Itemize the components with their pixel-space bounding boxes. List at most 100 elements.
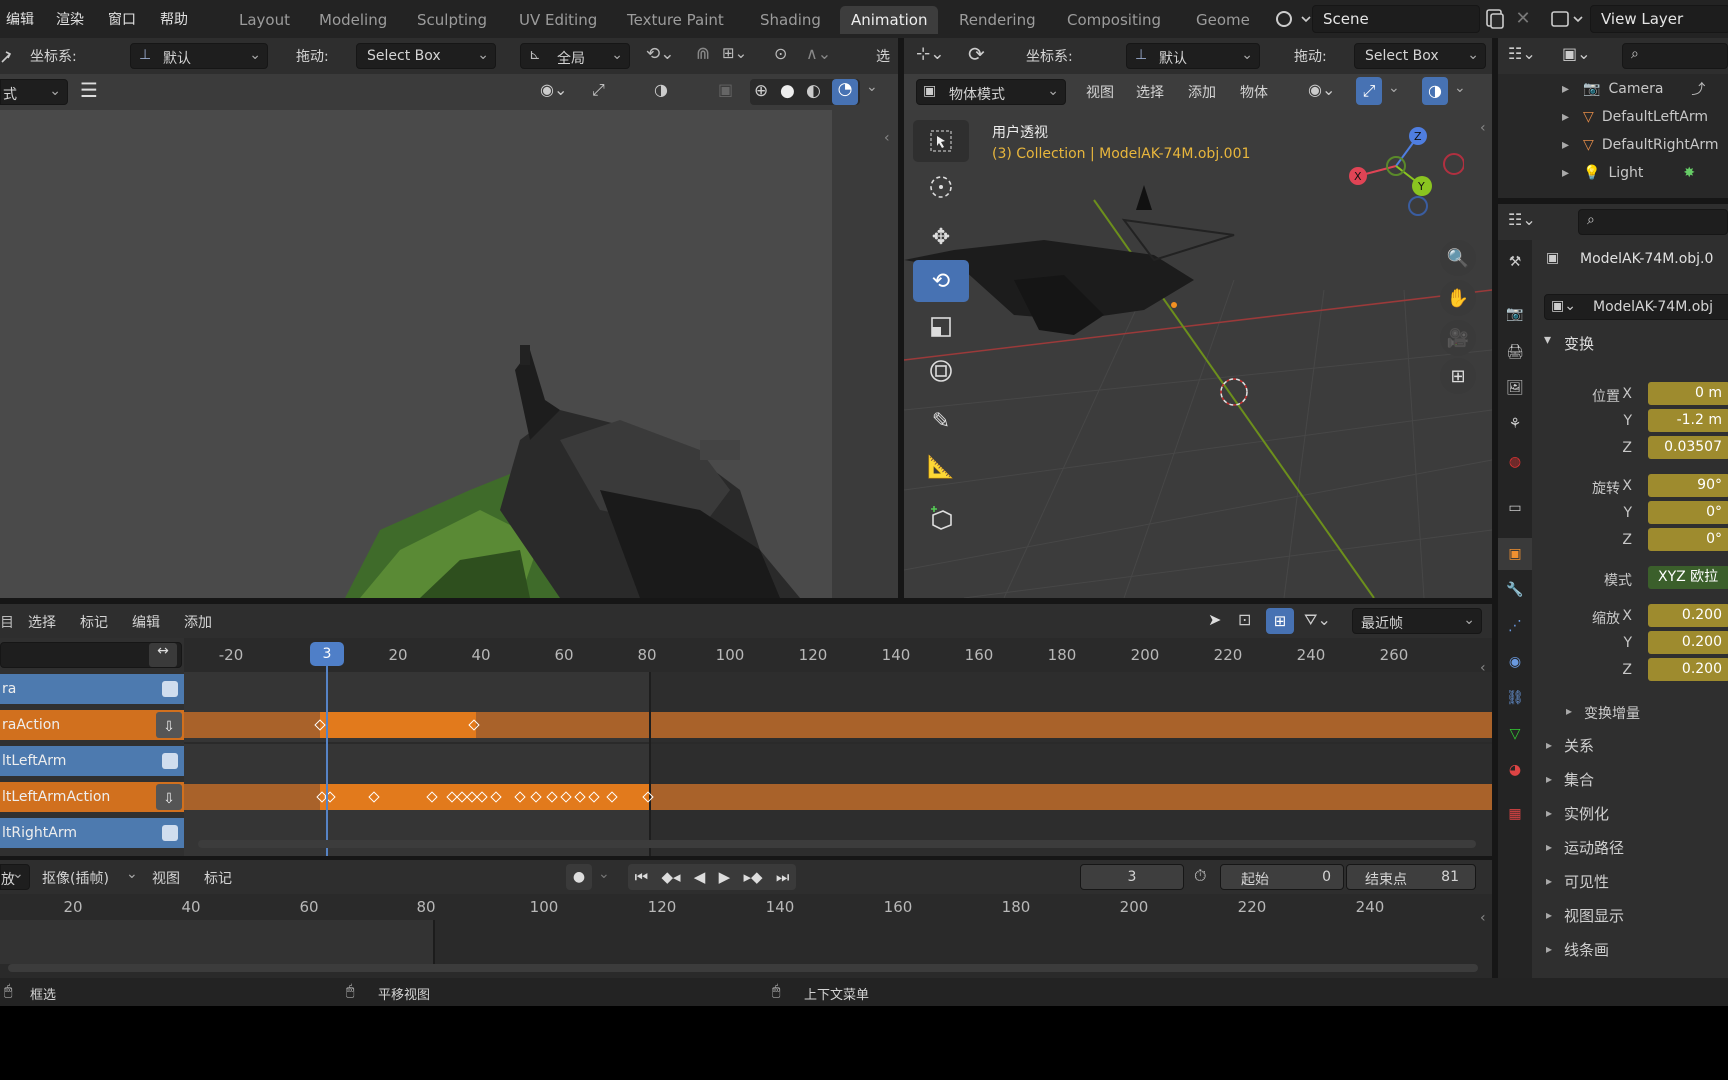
checkbox-icon[interactable] [162, 825, 178, 841]
checkbox-icon[interactable] [162, 753, 178, 769]
overlay-icon[interactable]: ◑ [654, 80, 668, 99]
location-z-field[interactable]: 0.03507 [1648, 436, 1728, 459]
object-name-field[interactable]: ▣⌄ ModelAK-74M.obj [1544, 294, 1728, 320]
collapse-sidebar-icon[interactable]: ‹ [1480, 910, 1486, 926]
snap-target-icon[interactable]: ⊞⌄ [722, 44, 747, 62]
menu-keying[interactable]: 抠像(插帧) [42, 868, 109, 888]
tab-texture-paint[interactable]: Texture Paint [616, 6, 735, 34]
section-viewport-display[interactable]: 视图显示 [1564, 905, 1624, 926]
overlay-icon[interactable]: ◑ [1422, 77, 1448, 105]
xray-icon[interactable]: ▣ [718, 80, 733, 99]
section-line-art[interactable]: 线条画 [1564, 939, 1609, 960]
gizmo-icon[interactable]: ⤢ [592, 80, 605, 100]
cursor-tool[interactable] [913, 166, 969, 208]
chevron-down-icon[interactable]: ⌄ [126, 866, 138, 882]
texture-tab-icon[interactable]: ▦ [1498, 798, 1532, 830]
navigation-gizmo[interactable]: Z X Y [1344, 120, 1464, 220]
output-tab-icon[interactable]: 🖨 [1498, 336, 1532, 368]
chevron-down-icon[interactable]: ⌄ [12, 866, 24, 882]
menu-select[interactable]: 选择 [1136, 82, 1164, 102]
select-box-tool[interactable] [913, 120, 969, 162]
selected-only-icon[interactable]: ➤ [1208, 610, 1221, 629]
checkbox-icon[interactable] [162, 681, 178, 697]
channel-camera[interactable]: ra [0, 674, 184, 704]
horizontal-scrollbar[interactable] [198, 840, 1476, 848]
coord-dropdown[interactable]: ⊥ 默认 ⌄ [1126, 43, 1260, 69]
view-layer-icon[interactable] [1548, 6, 1590, 32]
channel-camera-action[interactable]: raAction ⇩ [0, 710, 184, 740]
current-frame-badge[interactable]: 3 [310, 642, 344, 666]
menu-object[interactable]: 物体 [1240, 82, 1268, 102]
scene-selector-icon[interactable] [1270, 6, 1312, 32]
measure-tool[interactable]: 📐 [913, 446, 969, 488]
view-layer-field[interactable]: View Layer [1590, 5, 1728, 33]
section-visibility[interactable]: 可见性 [1564, 871, 1609, 892]
menu-window[interactable]: 窗口 [108, 9, 136, 29]
tab-compositing[interactable]: Compositing [1056, 6, 1172, 34]
world-tab-icon[interactable]: ◍ [1498, 446, 1532, 478]
channel-leftarm-action[interactable]: ltLeftArmAction ⇩ [0, 782, 184, 812]
outliner-search[interactable]: ⌕ [1622, 43, 1728, 69]
rotation-mode-dropdown[interactable]: XYZ 欧拉 [1648, 566, 1728, 589]
collapse-sidebar-icon[interactable]: ‹ [1480, 660, 1486, 676]
object-mode-dropdown[interactable]: ▣ 物体模式 ⌄ [916, 79, 1066, 105]
pivot-dropdown[interactable]: ⊾ 全局 ⌄ [520, 43, 630, 69]
scene-name-field[interactable]: Scene [1312, 5, 1480, 33]
menu-help[interactable]: 帮助 [160, 9, 188, 29]
expand-arrow-icon[interactable]: ▸ [1546, 738, 1552, 752]
menu-edit[interactable]: 编辑 [6, 9, 34, 29]
only-errors-icon[interactable]: ⊞ [1266, 608, 1294, 634]
channel-search[interactable]: ↔ [0, 642, 182, 668]
play-icon[interactable]: ▶ [719, 868, 731, 886]
add-cube-tool[interactable] [913, 496, 969, 538]
wireframe-icon[interactable]: ⊕ [754, 81, 768, 101]
visibility-icon[interactable]: ◉⌄ [1308, 80, 1335, 99]
filter-icon[interactable]: ⛛⌄ [1304, 610, 1331, 630]
new-scene-icon[interactable] [1482, 6, 1508, 32]
expand-arrow-icon[interactable]: ▸ [1546, 772, 1552, 786]
section-instancing[interactable]: 实例化 [1564, 803, 1609, 824]
swap-icon[interactable]: ↔ [149, 643, 177, 667]
data-tab-icon[interactable]: ▽ [1498, 718, 1532, 750]
menu-add[interactable]: 添加 [184, 612, 212, 632]
pan-hand-icon[interactable]: ✋ [1440, 280, 1476, 316]
current-frame-field[interactable]: 3 [1080, 864, 1184, 890]
material-icon[interactable]: ◐ [806, 81, 821, 101]
tab-sculpting[interactable]: Sculpting [406, 6, 498, 34]
drag-dropdown[interactable]: Select Box ⌄ [356, 43, 496, 69]
outliner-item-defaultrightarm[interactable]: ▸ ▽ DefaultRightArm [1562, 132, 1719, 158]
rotation-x-field[interactable]: 90° [1648, 474, 1728, 497]
object-tab-icon[interactable]: ▣ [1498, 538, 1532, 570]
outliner-item-camera[interactable]: ▸ 📷 Camera ⤴ [1562, 76, 1705, 102]
preview-range-icon[interactable]: ⏱ [1194, 866, 1206, 886]
playhead-line[interactable] [326, 642, 328, 856]
menu-add[interactable]: 添加 [1188, 82, 1216, 102]
modifier-tab-icon[interactable]: 🔧 [1498, 574, 1532, 606]
filter-icon[interactable]: ▣⌄ [1562, 44, 1591, 63]
menu-marker[interactable]: 标记 [204, 868, 232, 888]
prev-keyframe-icon[interactable]: ◆◂ [661, 868, 680, 886]
nla-area[interactable]: ↔ -20 0 20 40 60 80 100 120 140 160 180 … [0, 638, 1492, 856]
falloff-icon[interactable]: ∧⌄ [806, 44, 831, 63]
tab-uv-editing[interactable]: UV Editing [508, 6, 608, 34]
visibility-icon[interactable]: ◉⌄ [540, 80, 567, 99]
action-strip-1[interactable] [320, 712, 476, 738]
proportional-edit-icon[interactable]: ⊙ [774, 44, 787, 63]
expand-arrow-icon[interactable]: ▸ [1546, 806, 1552, 820]
annotate-tool[interactable]: ✎ [913, 400, 969, 442]
editor-type-icon[interactable]: 目 [0, 612, 14, 632]
outliner-item-defaultleftarm[interactable]: ▸ ▽ DefaultLeftArm [1562, 104, 1708, 130]
expand-arrow-icon[interactable]: ▸ [1546, 942, 1552, 956]
section-collections[interactable]: 集合 [1564, 769, 1594, 790]
show-hidden-icon[interactable]: ⊡ [1238, 610, 1251, 629]
chevron-down-icon[interactable]: ⌄ [1388, 80, 1400, 96]
rotate-view-icon[interactable]: ⟳ [968, 42, 985, 66]
play-reverse-icon[interactable]: ◀ [694, 868, 706, 886]
tool-tab-icon[interactable]: ⚒ [1498, 246, 1532, 278]
ortho-grid-icon[interactable]: ⊞ [1440, 358, 1476, 394]
jump-end-icon[interactable]: ⏭ [776, 868, 790, 886]
rendered-icon[interactable]: ◔ [832, 79, 858, 105]
collapse-sidebar-icon[interactable]: ‹ [1480, 120, 1486, 136]
menu-edit[interactable]: 编辑 [132, 612, 160, 632]
gizmo-icon[interactable]: ⤢ [1356, 77, 1382, 105]
